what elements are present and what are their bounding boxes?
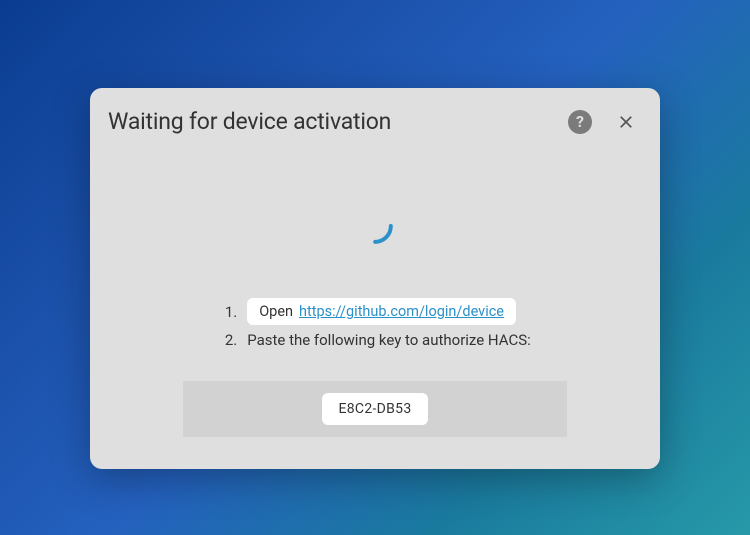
activation-modal: Waiting for device activation ? 1. Open … [90,88,660,469]
help-icon[interactable]: ? [568,110,592,134]
close-icon[interactable] [614,110,638,134]
loading-spinner-icon [353,204,397,248]
instruction-text: Paste the following key to authorize HAC… [247,331,531,349]
instruction-step-1: 1. Open https://github.com/login/device [219,298,531,325]
step-number: 1. [219,303,237,321]
device-login-link[interactable]: https://github.com/login/device [299,303,504,320]
activation-key[interactable]: E8C2-DB53 [322,393,427,425]
modal-header: Waiting for device activation ? [90,88,660,159]
spinner-wrap [108,159,642,298]
modal-body: 1. Open https://github.com/login/device … [90,159,660,469]
step-number: 2. [219,331,237,349]
instruction-step-2: 2. Paste the following key to authorize … [219,331,531,349]
open-url-pill[interactable]: Open https://github.com/login/device [247,298,516,325]
instructions-list: 1. Open https://github.com/login/device … [219,298,531,355]
modal-title: Waiting for device activation [108,108,568,135]
activation-key-box: E8C2-DB53 [183,381,567,437]
open-label: Open [259,303,293,320]
